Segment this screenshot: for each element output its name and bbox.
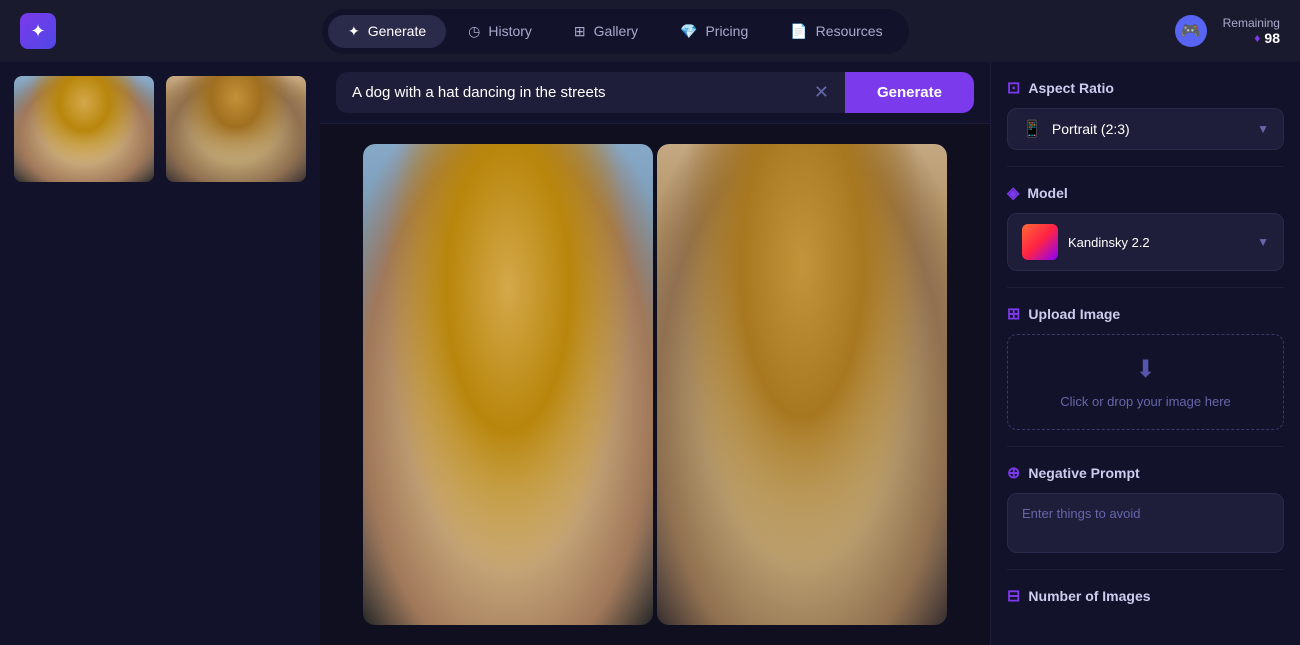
model-label: Model xyxy=(1027,185,1067,201)
tab-pricing[interactable]: 💎 Pricing xyxy=(660,15,768,48)
generate-icon: ✦ xyxy=(348,23,360,40)
aspect-ratio-label: Aspect Ratio xyxy=(1028,80,1114,96)
model-dropdown[interactable]: Kandinsky 2.2 ▼ xyxy=(1007,213,1284,271)
tab-resources-label: Resources xyxy=(816,23,883,39)
number-of-images-section: ⊟ Number of Images xyxy=(1007,586,1284,606)
tab-gallery[interactable]: ⊞ Gallery xyxy=(554,15,658,48)
nav-right: 🎮 Remaining ♦ 98 xyxy=(1175,15,1280,47)
aspect-ratio-title: ⊡ Aspect Ratio xyxy=(1007,78,1284,98)
portrait-icon: 📱 xyxy=(1022,119,1042,139)
remaining-count: ♦ 98 xyxy=(1254,30,1280,46)
model-section: ◈ Model Kandinsky 2.2 ▼ xyxy=(1007,183,1284,271)
pricing-icon: 💎 xyxy=(680,23,697,40)
upload-dropzone[interactable]: ⬇ Click or drop your image here xyxy=(1007,334,1284,430)
logo-icon: ✦ xyxy=(30,21,45,42)
negative-prompt-section: ⊕ Negative Prompt xyxy=(1007,463,1284,553)
discord-icon[interactable]: 🎮 xyxy=(1175,15,1207,47)
chevron-down-icon: ▼ xyxy=(1257,122,1269,136)
upload-icon-title: ⊞ xyxy=(1007,304,1020,324)
prompt-bar: ✕ Generate xyxy=(320,62,990,124)
remaining-number: 98 xyxy=(1264,30,1280,46)
divider-3 xyxy=(1007,446,1284,447)
number-of-images-title: ⊟ Number of Images xyxy=(1007,586,1284,606)
model-dropdown-left: Kandinsky 2.2 xyxy=(1022,224,1150,260)
negative-prompt-label: Negative Prompt xyxy=(1028,465,1139,481)
clear-button[interactable]: ✕ xyxy=(814,82,829,103)
remaining-label: Remaining xyxy=(1223,16,1280,30)
tab-history-label: History xyxy=(488,23,532,39)
model-title: ◈ Model xyxy=(1007,183,1284,203)
number-of-images-label: Number of Images xyxy=(1028,588,1150,604)
left-sidebar xyxy=(0,62,320,645)
upload-image-section: ⊞ Upload Image ⬇ Click or drop your imag… xyxy=(1007,304,1284,430)
thumbnail-1[interactable] xyxy=(12,74,156,184)
tab-pricing-label: Pricing xyxy=(705,23,748,39)
logo: ✦ xyxy=(20,13,56,49)
tab-history[interactable]: ◷ History xyxy=(448,15,552,48)
nav-left: ✦ xyxy=(20,13,56,49)
thumbnail-image-2 xyxy=(166,76,306,182)
upload-prompt-text: Click or drop your image here xyxy=(1060,394,1231,409)
history-icon: ◷ xyxy=(468,23,480,40)
image-grid xyxy=(320,124,990,645)
tab-resources[interactable]: 📄 Resources xyxy=(770,15,902,48)
divider-2 xyxy=(1007,287,1284,288)
aspect-ratio-selected: Portrait (2:3) xyxy=(1052,121,1130,137)
navbar: ✦ ✦ Generate ◷ History ⊞ Gallery 💎 Prici… xyxy=(0,0,1300,62)
dog-image-right xyxy=(657,144,947,625)
center-area: ✕ Generate xyxy=(320,62,990,645)
negative-prompt-icon: ⊕ xyxy=(1007,463,1020,483)
tab-generate-label: Generate xyxy=(368,23,426,39)
generate-button[interactable]: Generate xyxy=(845,72,974,113)
resources-icon: 📄 xyxy=(790,23,807,40)
model-name: Kandinsky 2.2 xyxy=(1068,235,1150,250)
diamond-icon: ♦ xyxy=(1254,31,1260,45)
generate-button-label: Generate xyxy=(877,84,942,101)
thumbnail-2[interactable] xyxy=(164,74,308,184)
tab-generate[interactable]: ✦ Generate xyxy=(328,15,446,48)
upload-image-title: ⊞ Upload Image xyxy=(1007,304,1284,324)
aspect-ratio-dropdown[interactable]: 📱 Portrait (2:3) ▼ xyxy=(1007,108,1284,150)
negative-prompt-title: ⊕ Negative Prompt xyxy=(1007,463,1284,483)
dog-image-left xyxy=(363,144,653,625)
model-icon: ◈ xyxy=(1007,183,1019,203)
divider-1 xyxy=(1007,166,1284,167)
main-layout: ✕ Generate ⊡ Aspect Ratio xyxy=(0,62,1300,645)
aspect-ratio-section: ⊡ Aspect Ratio 📱 Portrait (2:3) ▼ xyxy=(1007,78,1284,150)
thumbnail-row xyxy=(12,74,308,184)
model-thumbnail xyxy=(1022,224,1058,260)
model-chevron-icon: ▼ xyxy=(1257,235,1269,249)
generated-image-1[interactable] xyxy=(363,144,653,625)
generated-image-2[interactable] xyxy=(657,144,947,625)
thumbnail-image-1 xyxy=(14,76,154,182)
download-icon: ⬇ xyxy=(1135,355,1155,384)
number-of-images-icon: ⊟ xyxy=(1007,586,1020,606)
prompt-input-wrap: ✕ xyxy=(336,72,845,113)
aspect-ratio-icon: ⊡ xyxy=(1007,78,1020,98)
remaining-info: Remaining ♦ 98 xyxy=(1223,16,1280,46)
tab-gallery-label: Gallery xyxy=(594,23,638,39)
clear-icon: ✕ xyxy=(814,82,829,103)
negative-prompt-input[interactable] xyxy=(1007,493,1284,553)
upload-image-label: Upload Image xyxy=(1028,306,1120,322)
gallery-icon: ⊞ xyxy=(574,23,586,40)
nav-tabs: ✦ Generate ◷ History ⊞ Gallery 💎 Pricing… xyxy=(322,9,909,54)
dropdown-left: 📱 Portrait (2:3) xyxy=(1022,119,1130,139)
thumbnail-grid xyxy=(12,74,308,184)
prompt-input[interactable] xyxy=(352,84,806,101)
divider-4 xyxy=(1007,569,1284,570)
right-panel: ⊡ Aspect Ratio 📱 Portrait (2:3) ▼ ◈ Mode… xyxy=(990,62,1300,645)
